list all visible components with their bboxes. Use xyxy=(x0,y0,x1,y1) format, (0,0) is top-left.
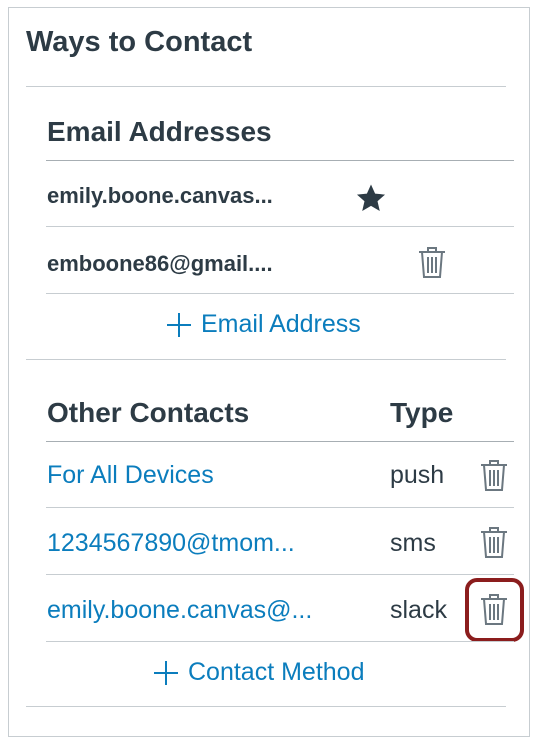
add-email-address-button[interactable]: Email Address xyxy=(165,310,361,339)
email-heading-divider xyxy=(46,160,514,161)
contact-link-sms[interactable]: 1234567890@tmom... xyxy=(47,529,295,558)
contact-link-all-devices[interactable]: For All Devices xyxy=(47,461,214,490)
panel-title: Ways to Contact xyxy=(26,26,253,58)
plus-icon xyxy=(152,659,180,687)
contact-link-slack[interactable]: emily.boone.canvas@... xyxy=(47,596,312,625)
email-address-primary: emily.boone.canvas... xyxy=(47,183,273,208)
contact-type: slack xyxy=(390,596,447,624)
row-divider xyxy=(46,226,514,227)
email-address-secondary: emboone86@gmail.... xyxy=(47,251,273,276)
add-contact-method-label: Contact Method xyxy=(188,658,365,686)
plus-icon xyxy=(165,311,193,339)
trash-icon[interactable] xyxy=(417,246,447,280)
row-divider xyxy=(46,574,514,575)
section-divider xyxy=(26,359,506,360)
title-divider xyxy=(26,86,506,87)
add-contact-method-button[interactable]: Contact Method xyxy=(152,658,365,687)
other-heading-divider xyxy=(46,441,514,442)
row-divider xyxy=(46,293,514,294)
row-divider xyxy=(46,507,514,508)
delete-highlight-annotation xyxy=(465,578,524,642)
row-divider xyxy=(46,641,514,642)
trash-icon[interactable] xyxy=(479,459,509,493)
contact-type: sms xyxy=(390,529,436,557)
email-addresses-heading: Email Addresses xyxy=(47,116,272,147)
add-email-address-label: Email Address xyxy=(201,310,361,338)
trash-icon[interactable] xyxy=(479,526,509,560)
type-column-heading: Type xyxy=(390,397,454,428)
other-contacts-heading: Other Contacts xyxy=(47,397,250,428)
contact-type: push xyxy=(390,461,445,489)
section-divider xyxy=(26,706,506,707)
star-icon xyxy=(354,181,388,215)
